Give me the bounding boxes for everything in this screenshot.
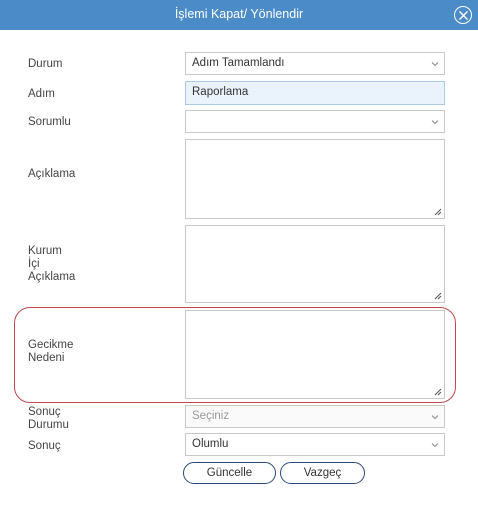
chevron-down-icon [431, 415, 439, 420]
chevron-down-icon [431, 443, 439, 448]
kurum-ici-aciklama-label: Kurum İçi Açıklama [28, 245, 75, 284]
durum-label: Durum [28, 58, 63, 70]
aciklama-label: Açıklama [28, 168, 76, 180]
label-line: Kurum [28, 245, 62, 257]
label-line: Gecikme [28, 339, 74, 351]
close-icon [458, 10, 468, 20]
sonuc-selected-value: Olumlu [192, 438, 229, 450]
chevron-down-icon [431, 62, 439, 67]
dialog-title: İşlemi Kapat/ Yönlendir [174, 7, 304, 21]
label-line: Açıklama [28, 271, 76, 283]
label-line: Nedeni [28, 352, 65, 364]
gecikme-nedeni-label: Gecikme Nedeni [28, 339, 73, 365]
durum-selected-value: Adım Tamamlandı [192, 57, 285, 69]
chevron-down-icon [431, 120, 439, 125]
sonuc-label: Sonuç [28, 440, 61, 452]
label-line: Sonuç [28, 406, 61, 418]
sonuc-durumu-placeholder: Seçiniz [192, 410, 230, 422]
sonuc-durumu-select[interactable]: Seçiniz [185, 405, 445, 428]
resize-grip-icon[interactable] [434, 208, 442, 216]
cancel-button[interactable]: Vazgeç [280, 462, 365, 484]
resize-grip-icon[interactable] [434, 388, 442, 396]
durum-select[interactable]: Adım Tamamlandı [185, 52, 445, 75]
label-line: İçi [28, 258, 40, 270]
sorumlu-select[interactable] [185, 110, 445, 133]
adim-label: Adım [28, 88, 55, 100]
aciklama-textarea[interactable] [185, 139, 445, 219]
label-line: Durumu [28, 419, 69, 431]
sorumlu-label: Sorumlu [28, 116, 71, 128]
sonuc-select[interactable]: Olumlu [185, 433, 445, 456]
dialog-titlebar: İşlemi Kapat/ Yönlendir [0, 0, 478, 30]
kurum-ici-aciklama-textarea[interactable] [185, 225, 445, 303]
close-button[interactable] [454, 6, 472, 24]
adim-field[interactable]: Raporlama [185, 81, 445, 105]
gecikme-nedeni-textarea[interactable] [185, 310, 445, 399]
resize-grip-icon[interactable] [434, 292, 442, 300]
update-button[interactable]: Güncelle [183, 462, 276, 484]
sonuc-durumu-label: Sonuç Durumu [28, 406, 69, 432]
